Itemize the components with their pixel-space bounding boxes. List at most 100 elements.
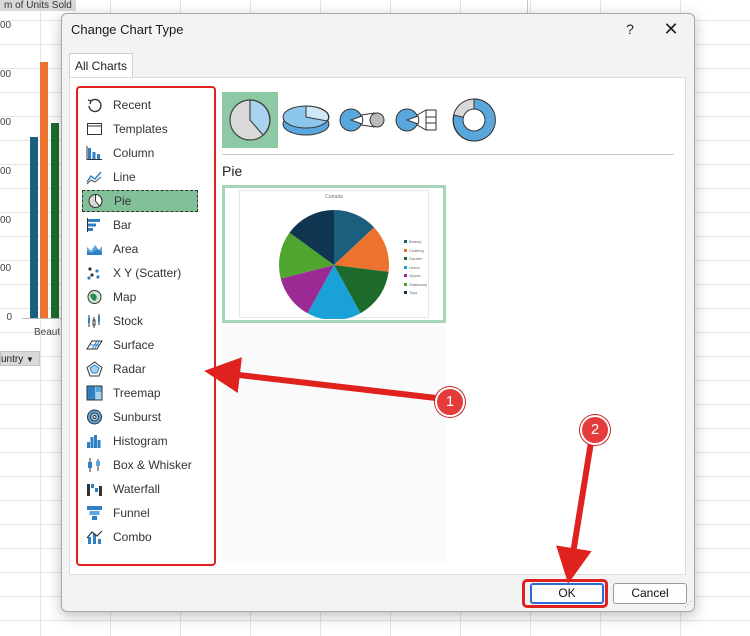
chart-type-recent[interactable]: Recent [82, 94, 198, 116]
bar-chart-icon [87, 218, 100, 232]
tab-all-charts[interactable]: All Charts [69, 53, 133, 78]
legend-label: Stationery [409, 281, 428, 287]
legend-label: Clothing [409, 247, 424, 253]
chart-subtype-row [222, 92, 502, 148]
pie-subtype-icon [229, 99, 271, 141]
background-chart-title: m of Units Sold [0, 0, 76, 11]
box-whisker-chart-icon [88, 458, 100, 472]
legend-item: Sports [404, 273, 421, 278]
background-axis-label: 00 [0, 117, 12, 128]
chart-type-label: Box & Whisker [113, 458, 192, 472]
dialog-title: Change Chart Type [71, 22, 184, 37]
close-button[interactable]: ✕ [660, 18, 682, 40]
background-axis-label: 00 [0, 166, 12, 177]
histogram-chart-icon [87, 435, 101, 448]
chart-type-bar[interactable]: Bar [82, 214, 198, 236]
legend-item: Stationery [404, 282, 427, 287]
chart-type-histogram[interactable]: Histogram [82, 430, 198, 452]
legend-item: Clothing [404, 248, 424, 253]
legend-label: Toys [409, 290, 418, 295]
background-axis-label: 0 [6, 312, 12, 323]
legend-item: Toys [404, 290, 417, 295]
ok-button[interactable]: OK [530, 583, 604, 604]
subtype-3d-pie[interactable] [278, 92, 334, 148]
chart-type-label: Line [113, 170, 136, 184]
callout-badge: 1 [435, 387, 465, 417]
legend-label: Sports [409, 273, 421, 278]
chart-type-label: Sunburst [113, 410, 162, 424]
funnel-chart-icon [87, 506, 102, 520]
pie-chart-icon [88, 193, 103, 208]
help-button[interactable]: ? [620, 18, 640, 40]
recent-icon [87, 98, 102, 113]
chart-type-pie[interactable]: Pie [82, 190, 198, 212]
map-chart-icon [87, 290, 102, 304]
waterfall-chart-icon [87, 484, 102, 496]
chart-type-label: Area [113, 242, 139, 256]
surface-chart-icon [86, 340, 103, 350]
subtype-doughnut[interactable] [446, 92, 502, 148]
chart-type-sunburst[interactable]: Sunburst [82, 406, 198, 428]
chart-type-label: Column [113, 146, 155, 160]
chart-type-label: Treemap [113, 386, 161, 400]
subtype-pie[interactable] [222, 92, 278, 148]
background-bar [51, 123, 59, 318]
change-chart-type-dialog: Change Chart Type ? ✕ All Charts Pie Can… [61, 13, 695, 612]
scatter-chart-icon [87, 267, 100, 280]
chart-type-column[interactable]: Column [82, 142, 198, 164]
chart-type-label: X Y (Scatter) [113, 266, 182, 280]
chart-type-surface[interactable]: Surface [82, 334, 198, 356]
radar-chart-icon [86, 361, 103, 377]
chart-type-label: Radar [113, 362, 146, 376]
treemap-chart-icon [86, 385, 103, 401]
chart-type-label: Stock [113, 314, 144, 328]
chart-type-stock[interactable]: Stock [82, 310, 198, 332]
background-category-label: Beaut [34, 327, 61, 338]
background-axis-label: 00 [0, 20, 12, 31]
chart-type-funnel[interactable]: Funnel [82, 502, 198, 524]
subtype-pie-of-pie[interactable] [334, 92, 390, 148]
background-bar [40, 62, 48, 318]
chart-type-label: Surface [113, 338, 155, 352]
background-axis-label: 00 [0, 263, 12, 274]
grid-line [0, 620, 750, 621]
chart-type-label: Pie [114, 194, 132, 208]
background-axis-label: 00 [0, 69, 12, 80]
legend-label: Beauty [409, 239, 422, 244]
preview-empty-area [222, 326, 446, 563]
combo-chart-icon [86, 530, 103, 544]
chart-type-label: Histogram [113, 434, 168, 448]
legend-swatch [404, 248, 407, 252]
background-axis-label: 00 [0, 215, 12, 226]
chart-type-treemap[interactable]: Treemap [82, 382, 198, 404]
subtype-label: Pie [222, 163, 243, 179]
chart-preview[interactable]: Canada Beauty Clothing Garden Home Sports Sta… [222, 185, 446, 323]
dropdown-arrow-icon: ▼ [26, 355, 34, 364]
legend-item: Garden [404, 256, 422, 261]
background-bar [30, 137, 38, 318]
chart-type-radar[interactable]: Radar [82, 358, 198, 380]
legend-swatch [404, 282, 407, 286]
chart-type-x-y-scatter[interactable]: X Y (Scatter) [82, 262, 198, 284]
area-chart-icon [87, 245, 102, 255]
chart-type-label: Bar [113, 218, 132, 232]
chart-type-waterfall[interactable]: Waterfall [82, 478, 198, 500]
legend-swatch [404, 265, 407, 269]
chart-type-box-whisker[interactable]: Box & Whisker [82, 454, 198, 476]
chart-type-label: Map [113, 290, 137, 304]
legend-swatch [404, 257, 407, 260]
chart-type-line[interactable]: Line [82, 166, 198, 188]
chart-type-templates[interactable]: Templates [82, 118, 198, 140]
legend-swatch [404, 240, 407, 243]
subtype-bar-of-pie[interactable] [390, 92, 446, 148]
chart-type-map[interactable]: Map [82, 286, 198, 308]
chart-type-combo[interactable]: Combo [82, 526, 198, 548]
country-filter-button[interactable]: untry ▼ [0, 351, 40, 366]
cancel-button[interactable]: Cancel [613, 583, 687, 604]
legend-item: Beauty [404, 239, 421, 244]
preview-pie-chart [279, 210, 389, 319]
pie-of-pie-subtype-icon [339, 108, 385, 132]
resize-grip-icon[interactable]: ⋰ [684, 600, 692, 609]
chart-type-area[interactable]: Area [82, 238, 198, 260]
bar-of-pie-subtype-icon [395, 108, 437, 132]
